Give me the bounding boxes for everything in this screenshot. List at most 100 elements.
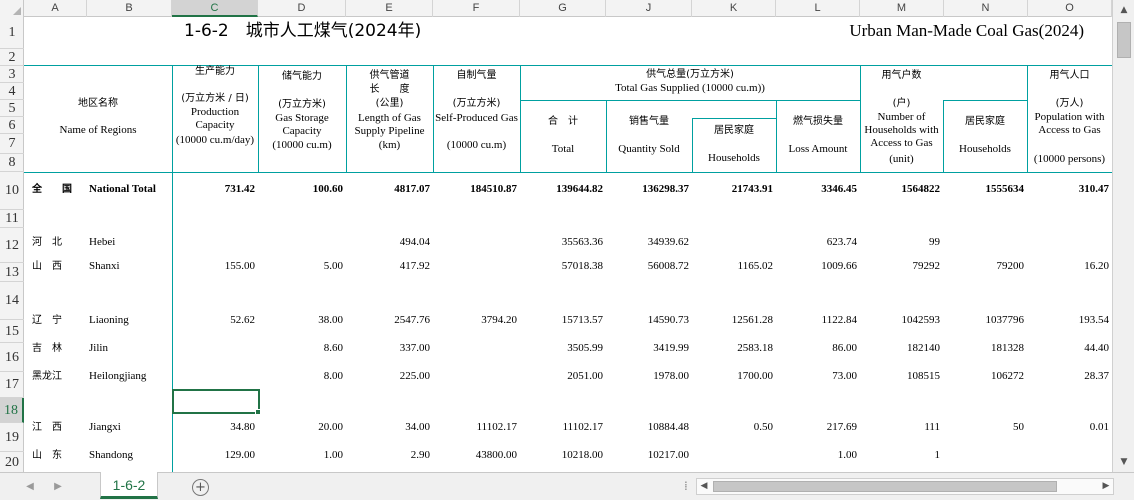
vertical-scroll-thumb[interactable] [1117, 22, 1131, 58]
data-cell-users[interactable]: 111 [860, 421, 940, 434]
data-cell-pop[interactable]: 44.40 [1027, 342, 1109, 355]
data-cell-hh[interactable]: 2583.18 [692, 342, 773, 355]
scroll-up-icon[interactable]: ▲ [1116, 3, 1132, 17]
row-header-10[interactable]: 10 [0, 172, 24, 210]
data-cell-storage[interactable]: 100.60 [258, 183, 343, 196]
data-cell-sold[interactable]: 3419.99 [606, 342, 689, 355]
data-cell-users-hh[interactable]: 1555634 [943, 183, 1025, 196]
sheet-prev-icon[interactable]: ◀ [22, 473, 38, 500]
row-header-17[interactable]: 17 [0, 372, 24, 398]
column-header-a[interactable]: A [24, 0, 87, 17]
data-cell-total[interactable]: 35563.36 [520, 236, 603, 249]
row-header-1[interactable]: 1 [0, 17, 24, 49]
data-cell-storage[interactable]: 8.00 [258, 370, 343, 383]
column-header-c[interactable]: C [172, 0, 258, 17]
data-cell-total[interactable]: 10218.00 [520, 449, 603, 462]
column-header-d[interactable]: D [258, 0, 346, 17]
data-cell-pop[interactable]: 310.47 [1027, 183, 1109, 196]
column-header-b[interactable]: B [87, 0, 172, 17]
data-cell-users-hh[interactable]: 1037796 [943, 314, 1025, 327]
row-header-12[interactable]: 12 [0, 228, 24, 263]
data-cell-pipe[interactable]: 34.00 [346, 421, 430, 434]
data-cell-pop[interactable]: 16.20 [1027, 260, 1109, 273]
data-cell-loss[interactable]: 1.00 [776, 449, 857, 462]
row-header-6[interactable]: 6 [0, 117, 24, 134]
column-header-e[interactable]: E [346, 0, 433, 17]
data-cell-hh[interactable]: 1700.00 [692, 370, 773, 383]
column-header-l[interactable]: L [776, 0, 860, 17]
data-cell-loss[interactable]: 217.69 [776, 421, 857, 434]
row-header-8[interactable]: 8 [0, 154, 24, 172]
data-cell-pipe[interactable]: 417.92 [346, 260, 430, 273]
data-cell-total[interactable]: 11102.17 [520, 421, 603, 434]
data-cell-pipe[interactable]: 2547.76 [346, 314, 430, 327]
row-header-4[interactable]: 4 [0, 83, 24, 100]
data-cell-prod[interactable]: 52.62 [172, 314, 255, 327]
data-cell-hh[interactable]: 12561.28 [692, 314, 773, 327]
data-cell-users[interactable]: 1 [860, 449, 941, 462]
data-cell-users[interactable]: 182140 [860, 342, 940, 355]
column-header-g[interactable]: G [520, 0, 606, 17]
data-cell-storage[interactable]: 5.00 [258, 260, 343, 273]
data-cell-total[interactable]: 2051.00 [520, 370, 603, 383]
data-cell-users[interactable]: 79292 [860, 260, 941, 273]
row-header-2[interactable]: 2 [0, 49, 24, 66]
data-cell-prod[interactable]: 155.00 [172, 260, 255, 273]
data-cell-hh[interactable]: 1165.02 [692, 260, 773, 273]
data-cell-users[interactable]: 99 [860, 236, 940, 249]
data-cell-loss[interactable]: 3346.45 [776, 183, 857, 196]
column-header-f[interactable]: F [433, 0, 520, 17]
scroll-right-icon[interactable]: ▶ [1099, 479, 1113, 494]
row-header-18[interactable]: 18 [0, 398, 24, 423]
data-cell-sold[interactable]: 56008.72 [606, 260, 689, 273]
data-cell-total[interactable]: 15713.57 [520, 314, 603, 327]
data-cell-pipe[interactable]: 225.00 [346, 370, 430, 383]
data-cell-sold[interactable]: 10217.00 [606, 449, 689, 462]
data-cell-prod[interactable]: 731.42 [172, 183, 255, 196]
data-cell-storage[interactable]: 20.00 [258, 421, 343, 434]
row-header-19[interactable]: 19 [0, 423, 24, 452]
data-cell-sold[interactable]: 34939.62 [606, 236, 689, 249]
data-cell-pop[interactable]: 28.37 [1027, 370, 1109, 383]
data-cell-storage[interactable]: 8.60 [258, 342, 343, 355]
data-cell-pop[interactable]: 0.01 [1027, 421, 1109, 434]
data-cell-pipe[interactable]: 337.00 [346, 342, 430, 355]
sheet-tab-1-6-2[interactable]: 1-6-2 [100, 472, 158, 499]
data-cell-storage[interactable]: 38.00 [258, 314, 343, 327]
data-cell-loss[interactable]: 1122.84 [776, 314, 857, 327]
column-header-j[interactable]: J [606, 0, 692, 17]
scroll-left-icon[interactable]: ◀ [697, 479, 711, 494]
data-cell-self[interactable]: 43800.00 [433, 449, 517, 462]
data-cell-users-hh[interactable]: 181328 [943, 342, 1024, 355]
row-header-16[interactable]: 16 [0, 343, 24, 372]
data-cell-self[interactable]: 11102.17 [433, 421, 517, 434]
row-header-13[interactable]: 13 [0, 263, 24, 282]
column-header-k[interactable]: K [692, 0, 776, 17]
data-cell-users-hh[interactable]: 79200 [943, 260, 1025, 273]
data-cell-total[interactable]: 139644.82 [520, 183, 603, 196]
data-cell-sold[interactable]: 10884.48 [606, 421, 689, 434]
select-all-corner[interactable] [0, 0, 24, 17]
data-cell-pop[interactable]: 193.54 [1027, 314, 1109, 327]
horizontal-scrollbar[interactable]: ◀ ▶ [696, 478, 1114, 495]
data-cell-loss[interactable]: 1009.66 [776, 260, 857, 273]
column-header-m[interactable]: M [860, 0, 944, 17]
data-cell-users[interactable]: 108515 [860, 370, 940, 383]
data-cell-sold[interactable]: 136298.37 [606, 183, 689, 196]
data-cell-loss[interactable]: 86.00 [776, 342, 857, 355]
row-header-15[interactable]: 15 [0, 320, 24, 343]
data-cell-users[interactable]: 1042593 [860, 314, 941, 327]
data-cell-prod[interactable]: 34.80 [172, 421, 255, 434]
row-header-5[interactable]: 5 [0, 100, 24, 117]
data-cell-pipe[interactable]: 494.04 [346, 236, 430, 249]
data-cell-storage[interactable]: 1.00 [258, 449, 343, 462]
data-cell-sold[interactable]: 1978.00 [606, 370, 689, 383]
data-cell-sold[interactable]: 14590.73 [606, 314, 689, 327]
row-header-7[interactable]: 7 [0, 134, 24, 154]
split-handle-icon[interactable]: ⁞ [684, 479, 688, 493]
add-sheet-icon[interactable]: + [192, 479, 209, 496]
horizontal-scroll-thumb[interactable] [713, 481, 1057, 492]
data-cell-total[interactable]: 57018.38 [520, 260, 603, 273]
scroll-down-icon[interactable]: ▼ [1116, 455, 1132, 469]
column-header-o[interactable]: O [1028, 0, 1112, 17]
